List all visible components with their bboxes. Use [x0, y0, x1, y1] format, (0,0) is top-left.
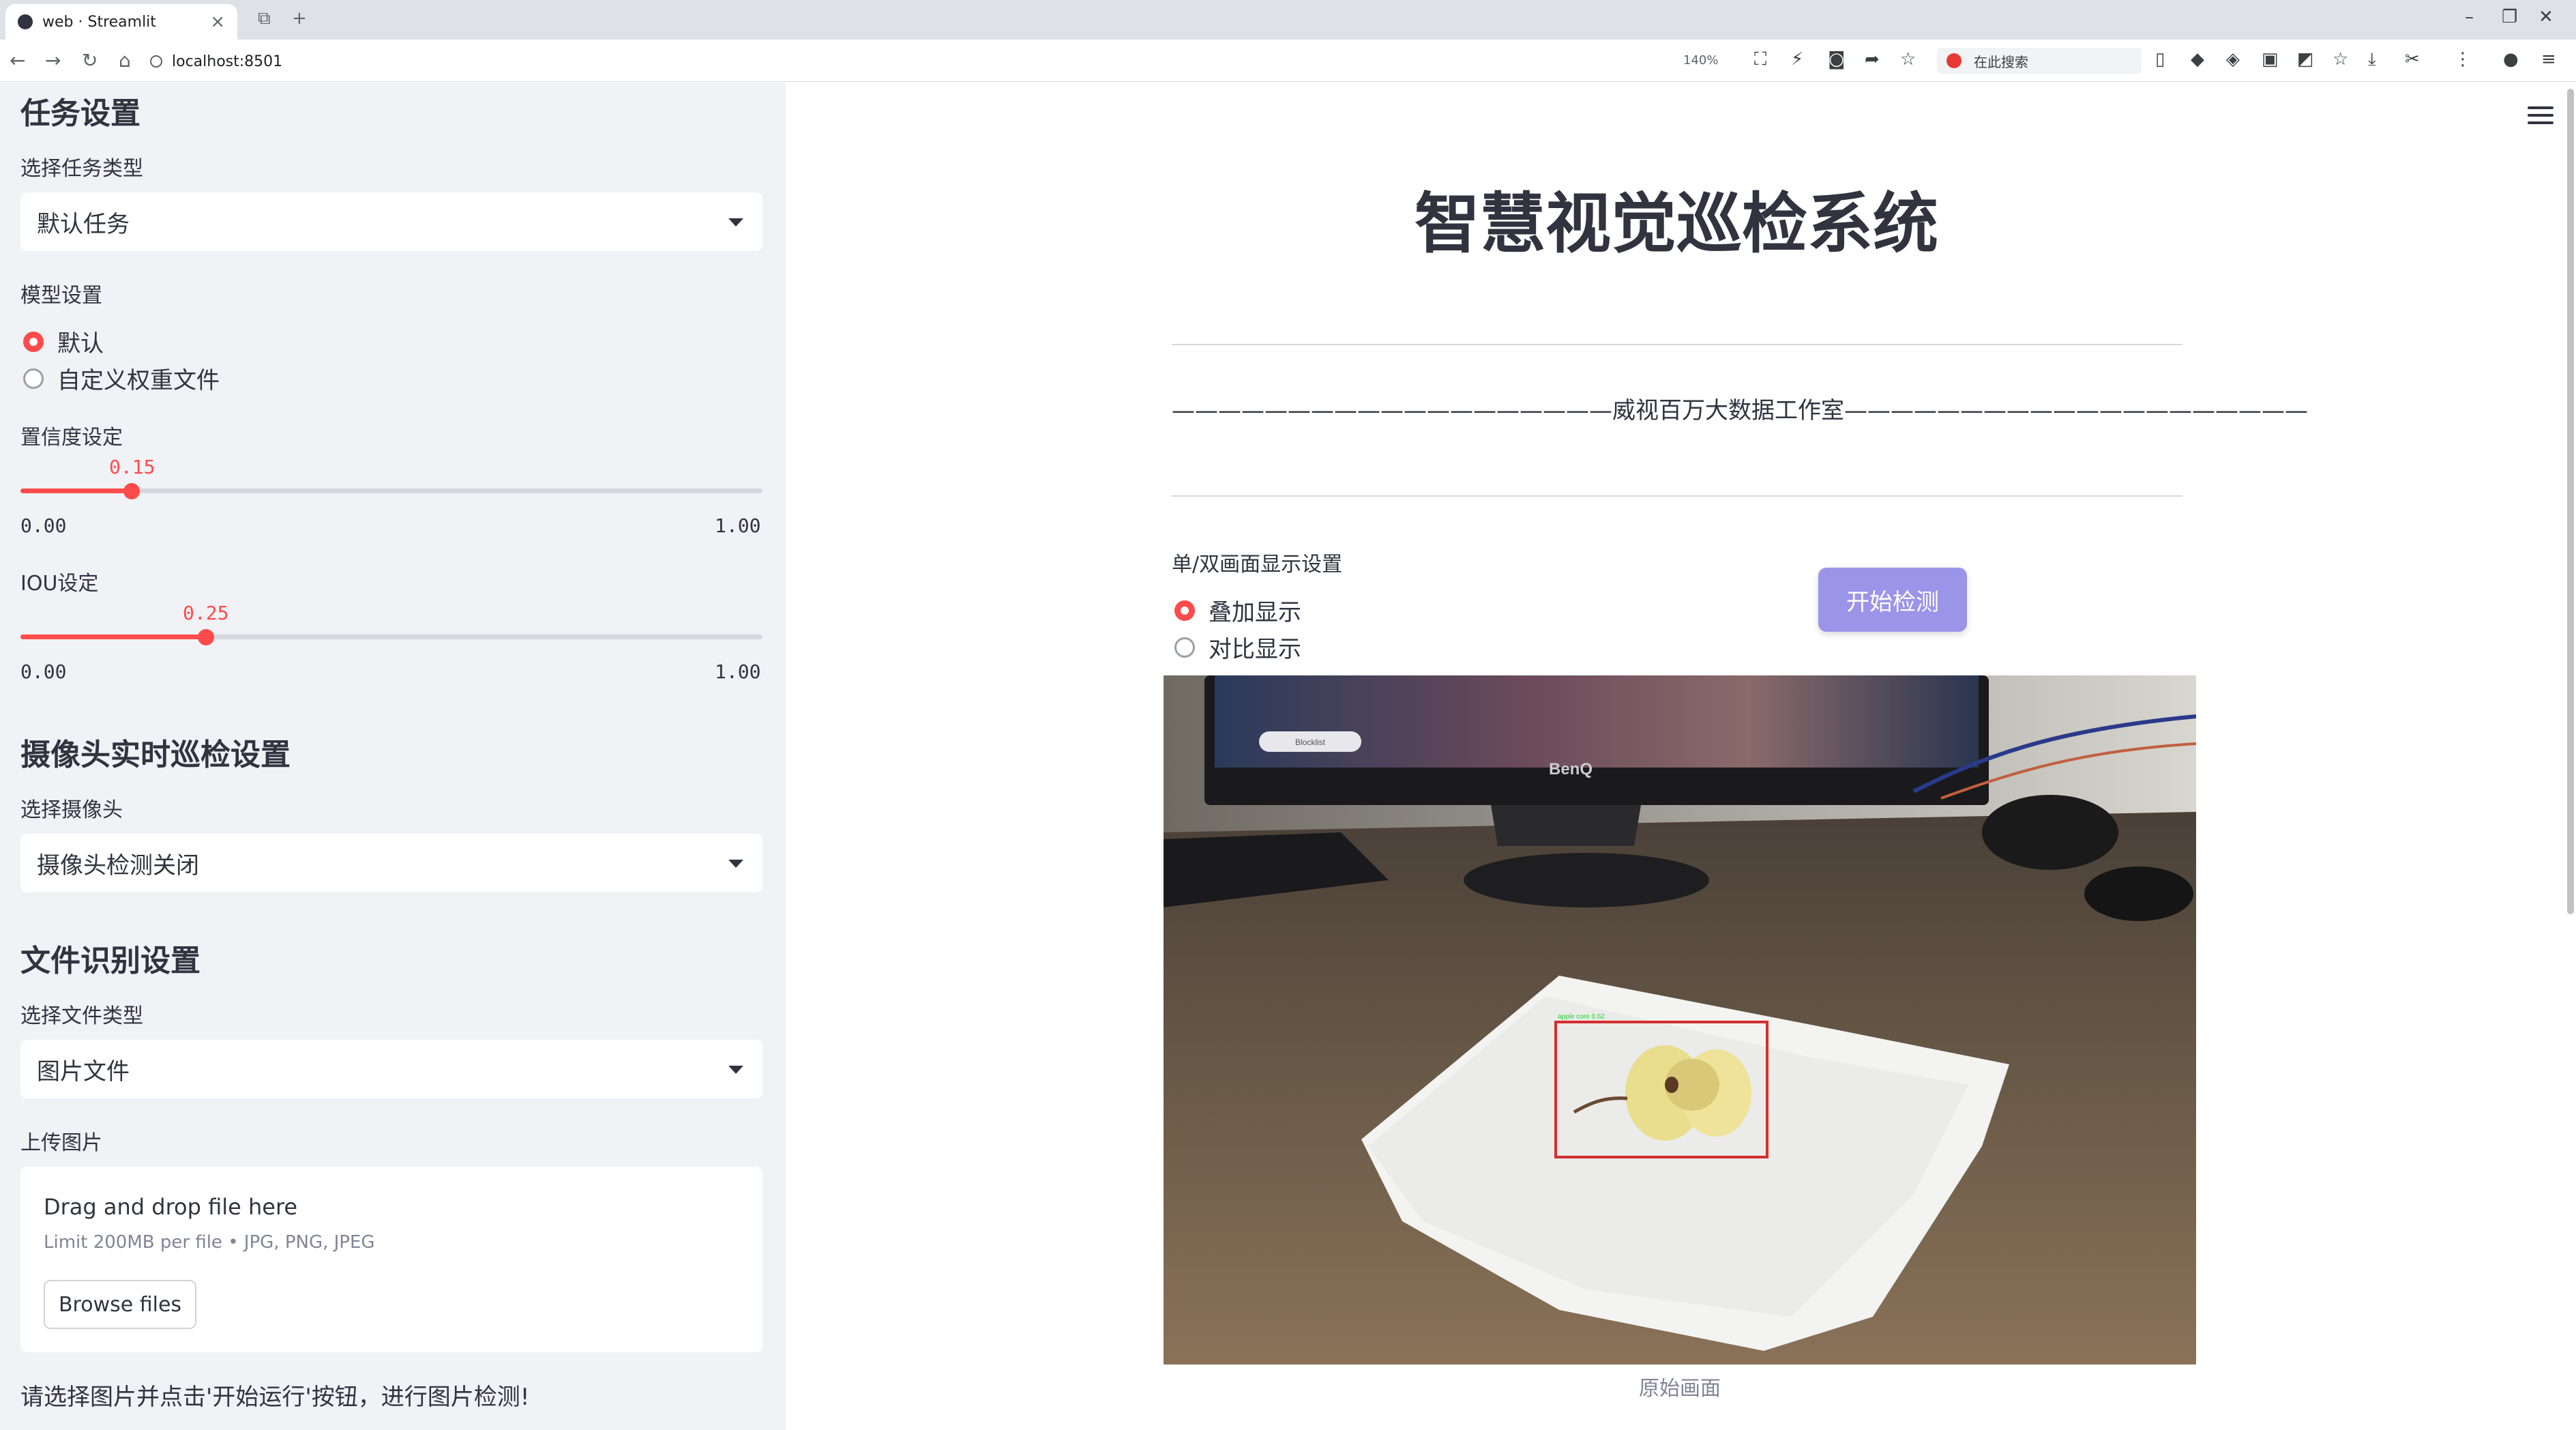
iou-label: IOU设定	[20, 572, 99, 596]
display-option-overlay: 叠加显示	[1209, 599, 1301, 626]
confidence-label: 置信度设定	[20, 426, 123, 450]
lightning-icon[interactable]: ⚡	[1791, 49, 1803, 70]
display-option-compare: 对比显示	[1209, 636, 1301, 663]
file-type-value: 图片文件	[37, 1057, 130, 1085]
browser-search-box[interactable]: 在此搜索	[1937, 48, 2142, 74]
start-detection-button[interactable]: 开始检测	[1818, 568, 1967, 632]
search-placeholder: 在此搜索	[1974, 53, 2028, 70]
iou-max: 1.00	[715, 660, 761, 683]
iou-slider-fill	[20, 634, 206, 639]
download-icon[interactable]: ⤓	[2368, 49, 2376, 70]
radio-unselected-icon	[1174, 637, 1195, 658]
more-menu-icon[interactable]: ⋮	[2454, 49, 2472, 70]
back-icon[interactable]: ←	[10, 49, 25, 72]
radio-unselected-icon	[23, 368, 44, 389]
model-radio-custom[interactable]: 自定义权重文件	[23, 362, 220, 395]
new-tab-icon[interactable]: +	[292, 8, 307, 29]
confidence-max: 1.00	[715, 514, 761, 537]
translate-icon[interactable]: ⛶	[1754, 49, 1766, 70]
screen-button-text: Blocklist	[1295, 738, 1326, 747]
model-option-custom: 自定义权重文件	[57, 367, 220, 394]
restore-icon[interactable]: ❐	[2502, 7, 2517, 27]
radio-selected-icon	[1174, 600, 1195, 621]
task-type-label: 选择任务类型	[20, 157, 143, 181]
display-radio-compare[interactable]: 对比显示	[1174, 630, 1301, 664]
iou-min: 0.00	[20, 660, 67, 683]
close-window-icon[interactable]: ✕	[2538, 7, 2553, 27]
extension-2-icon[interactable]: ◈	[2226, 49, 2240, 70]
reload-icon[interactable]: ↻	[82, 49, 98, 72]
file-type-label: 选择文件类型	[20, 1004, 143, 1028]
dropzone-limit: Limit 200MB per file • JPG, PNG, JPEG	[44, 1232, 375, 1253]
confidence-slider-fill	[20, 488, 132, 493]
avatar[interactable]: ●	[2503, 49, 2519, 70]
confidence-slider-thumb[interactable]	[123, 483, 140, 499]
page-title: 智慧视觉巡检系统	[1415, 186, 1938, 262]
site-info-icon[interactable]	[150, 55, 162, 68]
task-type-value: 默认任务	[37, 210, 130, 238]
chevron-down-icon	[728, 860, 743, 868]
detection-label: apple core 0.62	[1558, 1013, 1605, 1021]
tab-group-icon[interactable]: ⧉	[258, 8, 271, 29]
detection-image: Blocklist BenQ apple core 0.62	[1164, 675, 2196, 1365]
hamburger-menu-icon[interactable]	[2528, 106, 2553, 126]
minimize-icon[interactable]: –	[2465, 7, 2474, 27]
divider	[1172, 495, 2182, 497]
confidence-min: 0.00	[20, 514, 67, 537]
task-type-select[interactable]: 默认任务	[20, 192, 763, 251]
model-option-default: 默认	[57, 330, 104, 358]
model-radio-default[interactable]: 默认	[23, 325, 104, 358]
task-settings-heading: 任务设置	[20, 96, 140, 131]
model-settings-label: 模型设置	[20, 284, 102, 308]
iou-value: 0.25	[183, 602, 229, 624]
search-engine-icon	[1946, 53, 1961, 68]
scrollbar[interactable]	[2567, 89, 2574, 914]
cut-tool-icon[interactable]: ✂	[2405, 49, 2420, 70]
extension-4-icon[interactable]: ◩	[2297, 49, 2314, 70]
display-mode-label: 单/双画面显示设置	[1172, 553, 1343, 577]
zoom-indicator[interactable]: 140%	[1683, 53, 1718, 68]
file-settings-heading: 文件识别设置	[20, 944, 201, 978]
camera-select[interactable]: 摄像头检测关闭	[20, 834, 763, 892]
bookmark-star-icon[interactable]: ☆	[1900, 49, 1916, 70]
file-type-select[interactable]: 图片文件	[20, 1040, 763, 1098]
camera-select-value: 摄像头检测关闭	[37, 851, 199, 879]
browse-files-button[interactable]: Browse files	[44, 1280, 196, 1329]
browser-tab-bar	[0, 0, 2576, 40]
upload-label: 上传图片	[20, 1131, 102, 1155]
browser-tab[interactable]: web · Streamlit ×	[5, 4, 237, 40]
url-field[interactable]: localhost:8501	[150, 49, 1650, 74]
browser-menu-icon[interactable]: ≡	[2541, 49, 2556, 70]
forward-icon[interactable]: →	[45, 49, 61, 72]
camera-settings-heading: 摄像头实时巡检设置	[20, 738, 291, 772]
divider	[1172, 344, 2182, 345]
monitor-brand: BenQ	[1549, 760, 1593, 778]
radio-selected-icon	[23, 331, 44, 352]
streamlit-favicon-icon	[18, 14, 33, 29]
upload-hint: 请选择图片并点击'开始运行'按钮，进行图片检测!	[20, 1384, 530, 1411]
credit-line: ———————————————————威视百万大数据工作室———————————…	[1172, 397, 2308, 424]
confidence-value: 0.15	[109, 456, 156, 478]
favorites-icon[interactable]: ☆	[2333, 49, 2348, 70]
extension-3-icon[interactable]: ▣	[2262, 49, 2279, 70]
dropzone-title: Drag and drop file here	[44, 1194, 298, 1220]
screenshot-icon[interactable]: ◙	[1828, 49, 1845, 70]
iou-slider-thumb[interactable]	[198, 629, 214, 645]
image-caption: 原始画面	[1639, 1377, 1721, 1401]
tab-close-icon[interactable]: ×	[210, 12, 225, 32]
display-radio-overlay[interactable]: 叠加显示	[1174, 594, 1301, 627]
phone-icon[interactable]: ▯	[2155, 49, 2165, 70]
chevron-down-icon	[728, 218, 743, 227]
share-icon[interactable]: ➦	[1865, 49, 1880, 70]
camera-select-label: 选择摄像头	[20, 798, 123, 822]
chevron-down-icon	[728, 1066, 743, 1074]
home-icon[interactable]: ⌂	[119, 49, 131, 72]
url-text: localhost:8501	[172, 53, 283, 70]
file-dropzone[interactable]: Drag and drop file here Limit 200MB per …	[20, 1167, 763, 1352]
extension-icon[interactable]: ◆	[2191, 49, 2204, 70]
tab-title: web · Streamlit	[42, 13, 156, 31]
